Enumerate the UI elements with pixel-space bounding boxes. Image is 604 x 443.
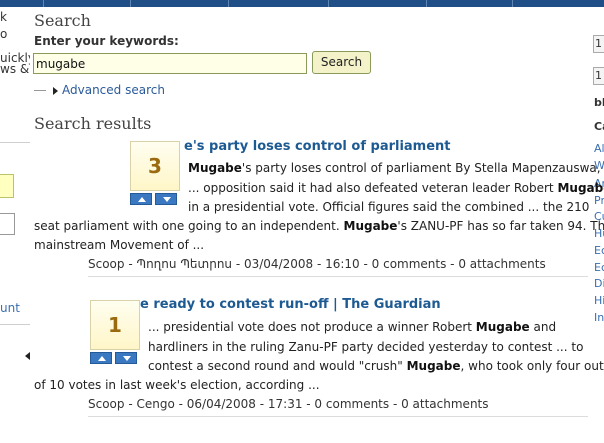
top-navigation-strip	[0, 0, 604, 7]
snippet-text: 's party loses control of parliament By …	[241, 161, 601, 175]
divider	[88, 416, 588, 417]
snippet-line: seat parliament with one going to an ind…	[34, 219, 604, 233]
snippet-line: mainstream Movement of ...	[34, 238, 204, 252]
right-link-fragment[interactable]: Al	[594, 143, 604, 155]
right-select-clipped[interactable]: 1	[593, 67, 604, 85]
vote-count: 1	[90, 300, 140, 350]
snippet-line: Mugabe's party loses control of parliame…	[188, 161, 601, 175]
left-fragment: k	[0, 10, 7, 24]
search-input[interactable]	[33, 53, 307, 74]
keyword-highlight: Mugabe	[406, 359, 461, 373]
keyword-highlight: Mugabe	[343, 219, 398, 233]
right-heading-fragment: bl	[594, 96, 604, 109]
left-fragment: ws &	[0, 62, 30, 76]
right-link-fragment[interactable]: Hi	[594, 295, 604, 307]
vote-count: 3	[130, 141, 180, 191]
right-link-fragment[interactable]: Di	[594, 278, 604, 290]
result-meta: Scoop - Cengo - 06/04/2008 - 17:31 - 0 c…	[88, 397, 489, 411]
snippet-text: contest a second round and would "crush"	[148, 359, 407, 373]
keyword-highlight: Mugabe	[188, 161, 242, 175]
result-title-link[interactable]: e's party loses control of parliament	[184, 139, 451, 154]
keyword-highlight: Mugabe	[557, 181, 604, 195]
divider	[0, 324, 30, 325]
right-link-fragment[interactable]: Pr	[594, 195, 604, 207]
expand-arrow-icon[interactable]	[53, 87, 58, 95]
right-heading-fragment: Ca	[594, 120, 604, 133]
left-field-clipped[interactable]	[0, 213, 15, 235]
result-title-link[interactable]: e ready to contest run-off | The Guardia…	[140, 297, 441, 312]
search-button[interactable]: Search	[312, 51, 371, 74]
snippet-text: of 10 votes in last week's election, acc…	[34, 378, 320, 392]
snippet-line: of 10 votes in last week's election, acc…	[34, 378, 320, 392]
snippet-text: , who took only four out	[460, 359, 604, 373]
snippet-line: ... presidential vote does not produce a…	[148, 320, 556, 334]
snippet-line: hardliners in the ruling Zanu-PF party d…	[148, 340, 583, 354]
arrow-down-icon	[123, 356, 131, 361]
right-link-fragment[interactable]: Ec	[594, 262, 604, 274]
left-sidebar: k o uickly ws & unt	[0, 7, 30, 443]
search-result: 1 e ready to contest run-off | The Guard…	[30, 295, 604, 425]
search-result: 3 e's party loses control of parliament …	[30, 135, 604, 277]
divider	[34, 90, 46, 91]
search-results-heading: Search results	[34, 114, 152, 133]
snippet-text: 's ZANU-PF has so far taken 94. The	[397, 219, 604, 233]
arrow-up-icon	[98, 356, 106, 361]
vote-down-button[interactable]	[155, 193, 177, 205]
snippet-text: and	[529, 320, 557, 334]
result-meta: Scoop - Պողոս Պետրոս - 03/04/2008 - 16:1…	[88, 257, 546, 271]
snippet-line: ... opposition said it had also defeated…	[188, 181, 604, 195]
keyword-highlight: Mugabe	[475, 320, 530, 334]
snippet-text: ... presidential vote does not produce a…	[148, 320, 476, 334]
advanced-search-toggle[interactable]: Advanced search	[34, 83, 234, 99]
arrow-up-icon	[138, 197, 146, 202]
advanced-search-link[interactable]: Advanced search	[62, 83, 165, 97]
left-link-fragment[interactable]: unt	[0, 302, 20, 314]
vote-up-button[interactable]	[130, 193, 152, 205]
snippet-text: in a presidential vote. Official figures…	[188, 200, 590, 214]
left-fragment: o	[0, 27, 8, 41]
arrow-down-icon	[163, 197, 171, 202]
vote-widget: 1	[90, 300, 140, 364]
main-content: Search Enter your keywords: Search Advan…	[30, 7, 604, 443]
left-input-clipped[interactable]	[0, 174, 14, 198]
vote-up-button[interactable]	[90, 352, 112, 364]
snippet-text: hardliners in the ruling Zanu-PF party d…	[148, 340, 584, 354]
vote-widget: 3	[130, 141, 180, 205]
vote-down-button[interactable]	[115, 352, 137, 364]
right-select-clipped[interactable]: 1	[593, 35, 604, 53]
right-link-fragment[interactable]: Ec	[594, 245, 604, 257]
snippet-line: in a presidential vote. Official figures…	[188, 200, 589, 214]
search-heading: Search	[34, 11, 91, 30]
right-link-fragment[interactable]: In	[594, 312, 604, 324]
keywords-label: Enter your keywords:	[34, 34, 179, 48]
divider	[88, 276, 588, 277]
snippet-text: ... opposition said it had also defeated…	[188, 181, 558, 195]
divider	[0, 142, 30, 143]
snippet-text: seat parliament with one going to an ind…	[34, 219, 344, 233]
snippet-text: mainstream Movement of ...	[34, 238, 205, 252]
snippet-line: contest a second round and would "crush"…	[148, 359, 604, 373]
